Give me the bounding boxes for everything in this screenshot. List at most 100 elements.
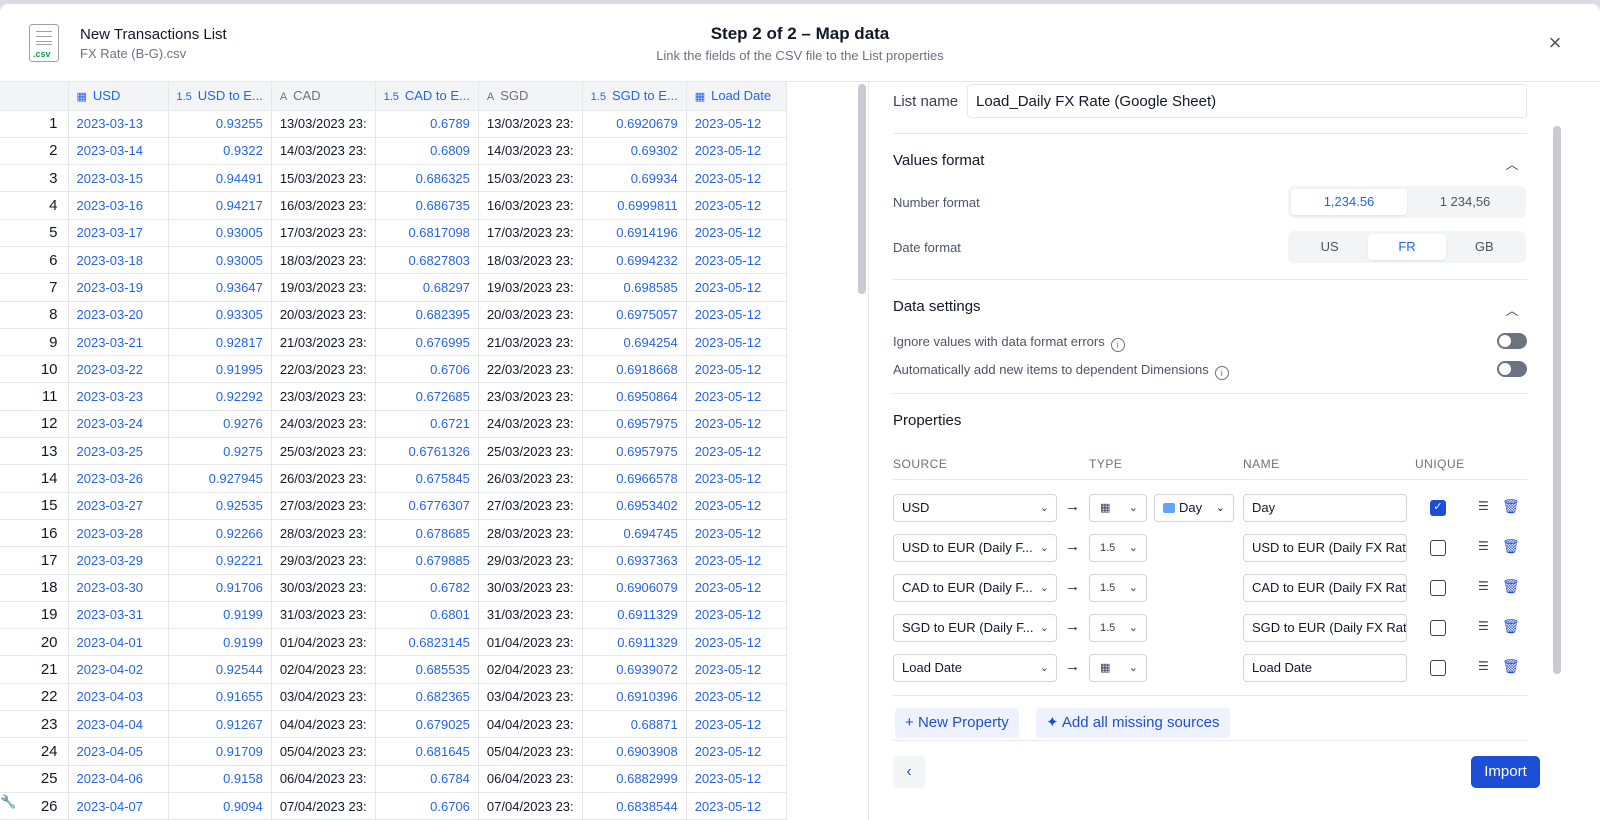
chevron-up-icon[interactable]: ︿: [1505, 154, 1519, 172]
modal-header: .csv New Transactions List FX Rate (B-G)…: [0, 4, 1600, 82]
settings-sliders-icon[interactable]: ☰: [1478, 539, 1494, 555]
close-icon[interactable]: ×: [1544, 32, 1566, 54]
table-cell: 2023-03-20: [68, 301, 169, 329]
settings-sliders-icon[interactable]: ☰: [1478, 499, 1494, 515]
source-select[interactable]: Load Date ⌄: [893, 654, 1057, 682]
table-cell: 2023-03-27: [68, 492, 169, 520]
table-cell: 2023-05-12: [686, 110, 787, 138]
table-cell: 24/03/2023 23:: [271, 410, 376, 439]
table-cell: 2023-05-12: [686, 301, 787, 329]
property-name-input[interactable]: Day: [1243, 494, 1407, 522]
trash-icon[interactable]: 🗑: [1502, 658, 1520, 676]
info-icon[interactable]: i: [1214, 366, 1229, 380]
trash-icon[interactable]: 🗑: [1502, 578, 1520, 596]
auto-add-toggle[interactable]: [1497, 361, 1527, 377]
table-cell: 17/03/2023 23:: [271, 219, 376, 247]
settings-sliders-icon[interactable]: ☰: [1478, 619, 1494, 635]
table-cell: 0.6920679: [582, 110, 687, 138]
unique-checkbox[interactable]: [1430, 580, 1446, 596]
unique-checkbox[interactable]: [1430, 660, 1446, 676]
column-header-load-date[interactable]: ▦ Load Date: [686, 82, 787, 111]
table-cell: 25/03/2023 23:: [478, 437, 583, 466]
property-name-input[interactable]: SGD to EUR (Daily FX Rate): [1243, 614, 1407, 642]
row-number: 15: [0, 492, 69, 520]
type-select[interactable]: 1.5 ⌄: [1089, 614, 1147, 642]
table-cell: 2023-04-04: [68, 710, 169, 739]
type-select[interactable]: 1.5 ⌄: [1089, 534, 1147, 562]
table-cell: 0.9322: [168, 137, 272, 166]
property-name-input[interactable]: Load Date: [1243, 654, 1407, 682]
list-name-row: List name: [893, 84, 1527, 118]
table-scrollbar[interactable]: [858, 84, 866, 294]
column-header-sgd[interactable]: A SGD: [478, 82, 583, 111]
wrench-icon[interactable]: 🔧: [0, 794, 16, 810]
unique-checkbox[interactable]: [1430, 540, 1446, 556]
divider: [893, 695, 1527, 696]
source-select[interactable]: USD to EUR (Daily F... ⌄: [893, 534, 1057, 562]
table-cell: 19/03/2023 23:: [478, 273, 583, 302]
settings-sliders-icon[interactable]: ☰: [1478, 579, 1494, 595]
table-cell: 2023-05-12: [686, 164, 787, 193]
table-cell: 24/03/2023 23:: [478, 410, 583, 439]
table-cell: 0.92221: [168, 546, 272, 575]
unique-checkbox[interactable]: ✓: [1430, 500, 1446, 516]
column-header-sgd-to-eur[interactable]: 1.5 SGD to E...: [582, 82, 687, 111]
column-header-usd[interactable]: ▦ USD: [68, 82, 169, 111]
settings-sliders-icon[interactable]: ☰: [1478, 659, 1494, 675]
table-cell: 0.94217: [168, 191, 272, 220]
property-name-input[interactable]: USD to EUR (Daily FX Rate): [1243, 534, 1407, 562]
table-cell: 0.92544: [168, 655, 272, 684]
table-cell: 16/03/2023 23:: [271, 191, 376, 220]
source-select[interactable]: CAD to EUR (Daily F... ⌄: [893, 574, 1057, 602]
chevron-up-icon[interactable]: ︿: [1505, 300, 1519, 318]
table-cell: 2023-03-30: [68, 574, 169, 602]
back-button[interactable]: ‹: [893, 756, 925, 788]
date-format-option[interactable]: GB: [1446, 234, 1523, 260]
chevron-left-icon: ‹: [906, 763, 912, 780]
column-header-cad-to-eur[interactable]: 1.5 CAD to E...: [375, 82, 479, 111]
panel-scrollbar[interactable]: [1553, 126, 1561, 674]
granularity-select[interactable]: Day ⌄: [1154, 494, 1234, 522]
table-cell: 2023-03-21: [68, 328, 169, 357]
number-format-option[interactable]: 1 234,56: [1407, 189, 1523, 215]
table-cell: 26/03/2023 23:: [271, 464, 376, 493]
table-cell: 2023-05-12: [686, 246, 787, 275]
table-cell: 0.6906079: [582, 574, 687, 602]
table-cell: 28/03/2023 23:: [271, 519, 376, 548]
list-name-input[interactable]: [967, 84, 1527, 118]
table-row: 7 2023-03-19 0.93647 19/03/2023 23: 0.68297 1…: [0, 273, 787, 302]
date-format-option[interactable]: US: [1291, 234, 1368, 260]
divider: [893, 279, 1527, 280]
column-header-cad[interactable]: A CAD: [271, 82, 376, 111]
trash-icon[interactable]: 🗑: [1502, 618, 1520, 636]
import-button[interactable]: Import: [1471, 756, 1540, 788]
table-cell: 13/03/2023 23:: [271, 110, 376, 138]
source-select[interactable]: USD ⌄: [893, 494, 1057, 522]
table-cell: 25/03/2023 23:: [271, 437, 376, 466]
unique-checkbox[interactable]: [1430, 620, 1446, 636]
source-select[interactable]: SGD to EUR (Daily F... ⌄: [893, 614, 1057, 642]
info-icon[interactable]: i: [1110, 338, 1125, 352]
ignore-errors-toggle[interactable]: [1497, 333, 1527, 349]
number-format-option[interactable]: 1,234.56: [1291, 189, 1407, 215]
row-number: 1: [0, 110, 69, 138]
table-cell: 0.93647: [168, 273, 272, 302]
type-select[interactable]: ▦ ⌄: [1089, 494, 1147, 522]
type-select[interactable]: ▦ ⌄: [1089, 654, 1147, 682]
add-missing-sources-button[interactable]: ✦ Add all missing sources: [1036, 708, 1230, 738]
column-header-usd-to-eur[interactable]: 1.5 USD to E...: [168, 82, 272, 111]
table-cell: 27/03/2023 23:: [478, 492, 583, 520]
trash-icon[interactable]: 🗑: [1502, 538, 1520, 556]
table-cell: 29/03/2023 23:: [271, 546, 376, 575]
name-column-header: NAME: [1243, 457, 1280, 471]
new-property-button[interactable]: + New Property: [895, 708, 1019, 738]
trash-icon[interactable]: 🗑: [1502, 498, 1520, 516]
date-format-option[interactable]: FR: [1368, 234, 1446, 260]
table-cell: 06/04/2023 23:: [478, 765, 583, 793]
table-cell: 0.68297: [375, 273, 479, 302]
chevron-down-icon: ⌄: [1039, 622, 1049, 634]
table-row: 16 2023-03-28 0.92266 28/03/2023 23: 0.67868…: [0, 519, 787, 548]
table-cell: 06/04/2023 23:: [271, 765, 376, 793]
property-name-input[interactable]: CAD to EUR (Daily FX Rate): [1243, 574, 1407, 602]
type-select[interactable]: 1.5 ⌄: [1089, 574, 1147, 602]
